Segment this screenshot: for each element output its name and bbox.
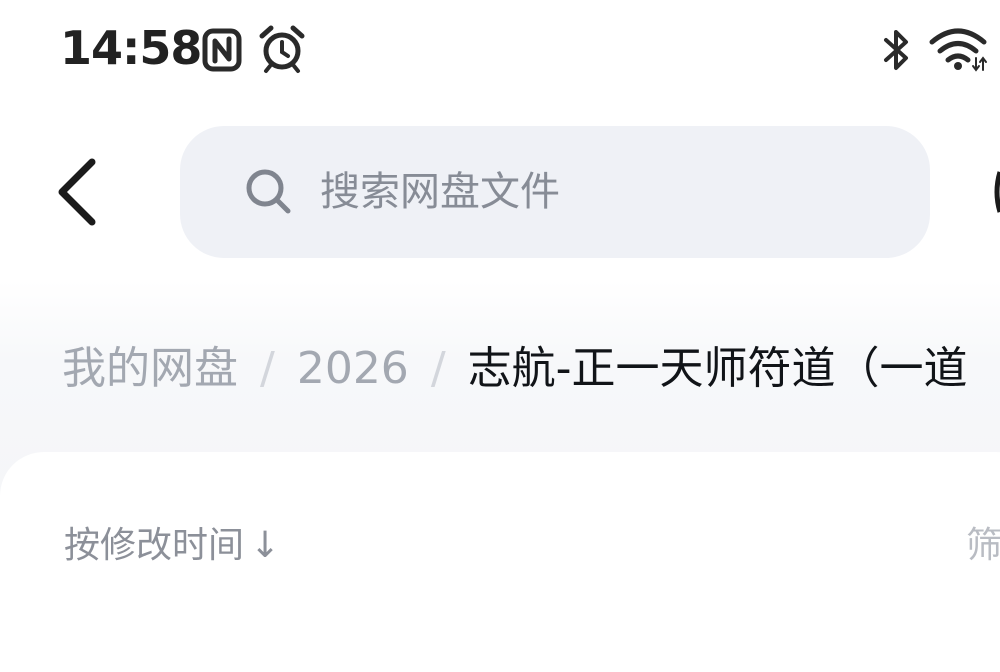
wifi-icon xyxy=(929,28,987,72)
filter-button[interactable]: 筛 xyxy=(966,520,1000,572)
sort-label: 按修改时间 xyxy=(64,525,245,566)
sort-button[interactable]: 按修改时间 ↓ xyxy=(64,520,280,572)
chevron-left-icon xyxy=(58,158,96,226)
alarm-icon xyxy=(259,25,305,73)
breadcrumb-item-my-drive[interactable]: 我的网盘 xyxy=(62,343,238,394)
breadcrumb-item-2026[interactable]: 2026 xyxy=(297,343,409,394)
search-input[interactable]: 搜索网盘文件 xyxy=(180,126,930,258)
breadcrumb-separator: / xyxy=(430,343,446,394)
search-icon xyxy=(246,169,291,214)
bluetooth-icon xyxy=(884,30,908,70)
status-bar: 14:58 xyxy=(0,0,1000,100)
breadcrumb: 我的网盘 / 2026 / 志航-正一天师符道（一道 xyxy=(62,336,1000,402)
back-button[interactable] xyxy=(52,150,112,234)
status-time: 14:58 xyxy=(60,21,202,75)
arrow-down-icon: ↓ xyxy=(250,525,281,566)
nfc-icon xyxy=(202,28,242,72)
breadcrumb-current-folder: 志航-正一天师符道（一道 xyxy=(467,343,968,394)
search-placeholder: 搜索网盘文件 xyxy=(320,169,560,215)
breadcrumb-separator: / xyxy=(260,343,275,394)
partial-icon[interactable] xyxy=(994,168,1000,216)
